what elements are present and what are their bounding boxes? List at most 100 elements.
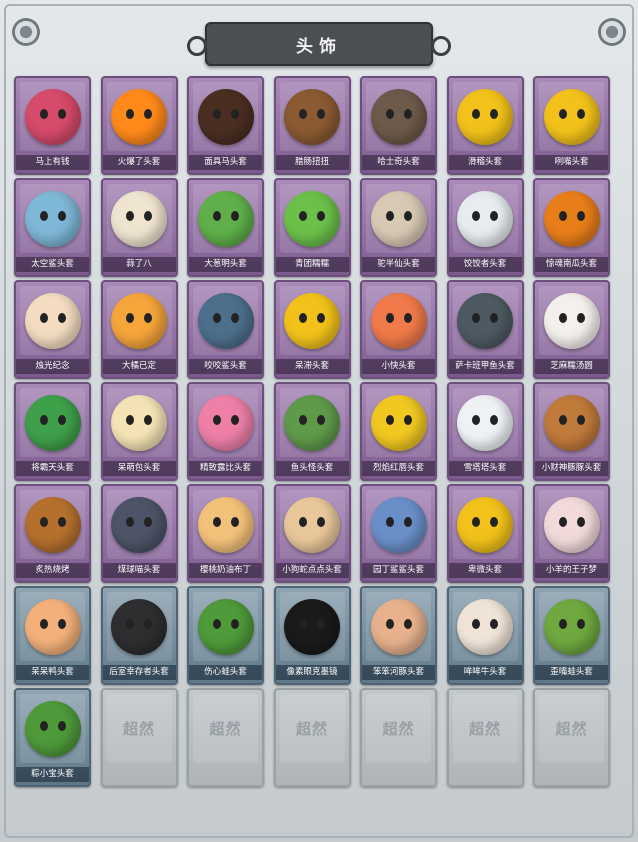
item-card[interactable]: 小狗蛇点点头套	[273, 484, 351, 583]
item-icon-frame	[20, 82, 85, 151]
item-card[interactable]: 后室幸存者头套	[100, 586, 178, 685]
headwear-icon	[24, 496, 81, 553]
item-card[interactable]: 萨卡班甲鱼头套	[446, 280, 524, 379]
item-icon-frame	[279, 184, 345, 253]
item-card[interactable]: 小羊的王子梦	[533, 484, 610, 583]
headwear-icon	[24, 700, 81, 757]
item-card[interactable]: 园丁鲨鲨头套	[360, 484, 437, 583]
item-label: 太空鲨头套	[16, 257, 89, 272]
corner-ornament-icon	[12, 18, 40, 46]
item-card[interactable]: 笨笨河豚头套	[360, 586, 437, 685]
item-card[interactable]: 呆萌包头套	[100, 382, 178, 481]
item-icon-frame	[106, 388, 172, 457]
item-icon-frame: 超然	[193, 694, 258, 763]
item-label: 惊魂南瓜头套	[535, 257, 608, 272]
item-card[interactable]: 哞哞牛头套	[446, 586, 524, 685]
empty-slot: 超然	[533, 688, 610, 787]
watermark-logo: 超然	[468, 720, 501, 738]
item-icon-frame	[193, 592, 258, 661]
item-label: 饺饺者头套	[448, 257, 522, 272]
item-card[interactable]: 咧嘴头套	[533, 76, 610, 175]
item-card[interactable]: 煤球喵头套	[100, 484, 178, 583]
item-card[interactable]: 驼半仙头套	[360, 178, 437, 277]
item-icon-frame	[279, 286, 345, 355]
item-icon-frame	[279, 388, 345, 457]
item-card[interactable]: 雪塔塔头套	[446, 382, 524, 481]
headwear-icon	[197, 598, 254, 655]
item-icon-frame	[366, 592, 431, 661]
item-card[interactable]: 樱桃奶油布丁	[187, 484, 264, 583]
empty-slot: 超然	[446, 688, 524, 787]
item-icon-frame: 超然	[539, 694, 604, 763]
item-grid: 马上有钱 火爆了头套 面具马头套 腊肠扭扭 哈士奇头套 滑稽头套 咧嘴头套太空鲨头套 蒜了八大…	[14, 76, 614, 787]
item-card[interactable]: 鱼头怪头套	[273, 382, 351, 481]
headwear-icon	[24, 598, 81, 655]
headwear-icon	[543, 190, 600, 247]
item-card[interactable]: 精致露比头套	[187, 382, 264, 481]
item-card[interactable]: 火爆了头套	[100, 76, 178, 175]
item-card[interactable]: 卑微头套	[446, 484, 524, 583]
item-label: 腊肠扭扭	[275, 155, 349, 170]
item-card[interactable]: 小快头套	[360, 280, 437, 379]
item-card[interactable]: 呆滞头套	[273, 280, 351, 379]
item-card[interactable]: 伤心蛙头套	[187, 586, 264, 685]
item-label: 驼半仙头套	[362, 257, 435, 272]
headwear-icon	[111, 598, 167, 655]
headwear-icon	[370, 598, 427, 655]
item-icon-frame	[366, 388, 431, 457]
headwear-icon	[197, 88, 254, 145]
watermark-logo: 超然	[382, 720, 415, 738]
item-label: 烛光纪念	[16, 359, 89, 374]
headwear-icon	[284, 598, 340, 655]
title-plate: 头饰	[187, 22, 451, 66]
headwear-icon	[370, 88, 427, 145]
item-card[interactable]: 芝麻糯汤圆	[533, 280, 610, 379]
headwear-icon	[543, 496, 600, 553]
item-card[interactable]: 饺饺者头套	[446, 178, 524, 277]
item-icon-frame: 超然	[452, 694, 518, 763]
item-card[interactable]: 马上有钱	[14, 76, 91, 175]
headwear-icon	[543, 598, 600, 655]
item-label: 雪塔塔头套	[448, 461, 522, 476]
item-label: 樱桃奶油布丁	[189, 563, 262, 578]
headwear-icon	[370, 394, 427, 451]
item-card[interactable]: 将霸天头套	[14, 382, 91, 481]
empty-slot: 超然	[187, 688, 264, 787]
headwear-icon	[24, 394, 81, 451]
item-card[interactable]: 歪嘴蛙头套	[533, 586, 610, 685]
item-card[interactable]: 大橘已定	[100, 280, 178, 379]
item-card[interactable]: 腊肠扭扭	[273, 76, 351, 175]
item-card[interactable]: 呆呆鸭头套	[14, 586, 91, 685]
headwear-icon	[111, 190, 167, 247]
headwear-icon	[111, 496, 167, 553]
headwear-icon	[197, 394, 254, 451]
item-label: 烈焰红唇头套	[362, 461, 435, 476]
item-card[interactable]: 烛光纪念	[14, 280, 91, 379]
item-card[interactable]: 惊魂南瓜头套	[533, 178, 610, 277]
headwear-icon	[24, 88, 81, 145]
headwear-icon	[111, 292, 167, 349]
item-card[interactable]: 青团糯糯	[273, 178, 351, 277]
item-icon-frame	[20, 694, 85, 763]
item-card[interactable]: 蒜了八	[100, 178, 178, 277]
item-label: 咧嘴头套	[535, 155, 608, 170]
item-card[interactable]: 小财神豚豚头套	[533, 382, 610, 481]
item-icon-frame	[106, 184, 172, 253]
item-card[interactable]: 大葱明头套	[187, 178, 264, 277]
item-label: 小快头套	[362, 359, 435, 374]
item-card[interactable]: 炙热烧烤	[14, 484, 91, 583]
item-label: 大葱明头套	[189, 257, 262, 272]
item-card[interactable]: 烈焰红唇头套	[360, 382, 437, 481]
item-card[interactable]: 哈士奇头套	[360, 76, 437, 175]
item-icon-frame	[279, 592, 345, 661]
headwear-icon	[457, 190, 513, 247]
item-icon-frame	[539, 82, 604, 151]
item-label: 芝麻糯汤圆	[535, 359, 608, 374]
item-card[interactable]: 滑稽头套	[446, 76, 524, 175]
item-card[interactable]: 面具马头套	[187, 76, 264, 175]
item-card[interactable]: 粽小宝头套	[14, 688, 91, 787]
item-label: 萨卡班甲鱼头套	[448, 359, 522, 374]
item-card[interactable]: 像素眼克墨镜	[273, 586, 351, 685]
item-card[interactable]: 咬咬鲨头套	[187, 280, 264, 379]
item-card[interactable]: 太空鲨头套	[14, 178, 91, 277]
